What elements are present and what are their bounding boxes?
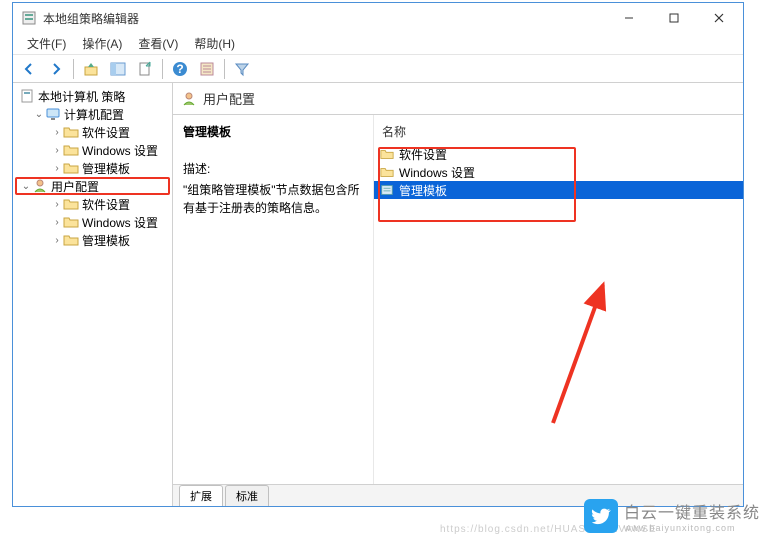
up-button[interactable] [79, 57, 103, 81]
watermark-badge-icon [584, 499, 618, 533]
folder-icon [380, 165, 394, 179]
watermark-text: 白云一键重装系统 [624, 499, 760, 523]
menu-action[interactable]: 操作(A) [74, 33, 130, 54]
minimize-button[interactable] [606, 4, 651, 32]
expand-icon[interactable]: › [51, 217, 63, 228]
tree-pane[interactable]: 本地计算机 策略 ⌄ 计算机配置 ›软件设置 ›Windows 设置 ›管理模板… [13, 83, 173, 506]
filter-button[interactable] [230, 57, 254, 81]
tab-extended[interactable]: 扩展 [179, 485, 223, 506]
expand-icon[interactable]: ⌄ [20, 181, 32, 192]
expand-icon[interactable]: › [51, 163, 63, 174]
menu-file[interactable]: 文件(F) [19, 33, 74, 54]
toolbar-separator [162, 59, 163, 79]
tree-uc-templates[interactable]: ›管理模板 [15, 231, 170, 249]
tree-cc-windows[interactable]: ›Windows 设置 [15, 141, 170, 159]
description-label: 描述: [183, 160, 363, 177]
content-pane: 用户配置 管理模板 描述: "组策略管理模板"节点数据包含所有基于注册表的策略信… [173, 83, 743, 506]
help-button[interactable]: ? [168, 57, 192, 81]
menubar: 文件(F) 操作(A) 查看(V) 帮助(H) [13, 33, 743, 55]
maximize-button[interactable] [651, 4, 696, 32]
tree-computer-config[interactable]: ⌄ 计算机配置 [15, 105, 170, 123]
export-button[interactable] [133, 57, 157, 81]
content-header: 用户配置 [173, 83, 743, 114]
toolbar-separator [73, 59, 74, 79]
description-column: 管理模板 描述: "组策略管理模板"节点数据包含所有基于注册表的策略信息。 [173, 115, 373, 506]
expand-icon[interactable]: ⌄ [33, 109, 45, 120]
section-name: 管理模板 [183, 123, 363, 140]
tree-user-config[interactable]: ⌄ 用户配置 [15, 177, 170, 195]
folder-icon [63, 214, 79, 230]
tree-root[interactable]: 本地计算机 策略 [15, 87, 170, 105]
properties-button[interactable] [195, 57, 219, 81]
menu-view[interactable]: 查看(V) [130, 33, 186, 54]
list-column: 名称 软件设置 Windows 设置 管理模板 [373, 115, 743, 506]
folder-icon [63, 142, 79, 158]
close-button[interactable] [696, 4, 741, 32]
tree-uc-software[interactable]: ›软件设置 [15, 195, 170, 213]
description-text: "组策略管理模板"节点数据包含所有基于注册表的策略信息。 [183, 181, 363, 217]
forward-button[interactable] [44, 57, 68, 81]
expand-icon[interactable]: › [51, 127, 63, 138]
watermark: 白云一键重装系统 www.baiyunxitong.com [584, 499, 760, 533]
user-icon [32, 178, 48, 194]
body-area: 本地计算机 策略 ⌄ 计算机配置 ›软件设置 ›Windows 设置 ›管理模板… [13, 83, 743, 506]
content-body: 管理模板 描述: "组策略管理模板"节点数据包含所有基于注册表的策略信息。 名称… [173, 115, 743, 506]
content-title: 用户配置 [203, 89, 255, 108]
menu-help[interactable]: 帮助(H) [186, 33, 243, 54]
folder-icon [63, 196, 79, 212]
window-title: 本地组策略编辑器 [43, 10, 606, 27]
expand-icon[interactable]: › [51, 235, 63, 246]
list-item-software[interactable]: 软件设置 [374, 145, 743, 163]
computer-icon [45, 106, 61, 122]
svg-text:?: ? [176, 62, 183, 76]
list-item-templates[interactable]: 管理模板 [374, 181, 743, 199]
tree-cc-templates[interactable]: ›管理模板 [15, 159, 170, 177]
templates-icon [380, 183, 394, 197]
folder-icon [63, 232, 79, 248]
policy-icon [19, 88, 35, 104]
watermark-url: www.baiyunxitong.com [624, 523, 760, 533]
expand-icon[interactable]: › [51, 145, 63, 156]
app-window: 本地组策略编辑器 文件(F) 操作(A) 查看(V) 帮助(H) ? 本地计算机… [12, 2, 744, 507]
tab-standard[interactable]: 标准 [225, 485, 269, 506]
user-icon [181, 91, 197, 107]
toolbar: ? [13, 55, 743, 83]
expand-icon[interactable]: › [51, 199, 63, 210]
folder-icon [63, 160, 79, 176]
app-icon [21, 10, 37, 26]
tree-cc-software[interactable]: ›软件设置 [15, 123, 170, 141]
folder-icon [380, 147, 394, 161]
folder-icon [63, 124, 79, 140]
titlebar: 本地组策略编辑器 [13, 3, 743, 33]
list-header-name[interactable]: 名称 [374, 119, 743, 145]
back-button[interactable] [17, 57, 41, 81]
window-controls [606, 4, 741, 32]
show-hide-tree-button[interactable] [106, 57, 130, 81]
toolbar-separator [224, 59, 225, 79]
tree-uc-windows[interactable]: ›Windows 设置 [15, 213, 170, 231]
list-item-windows[interactable]: Windows 设置 [374, 163, 743, 181]
